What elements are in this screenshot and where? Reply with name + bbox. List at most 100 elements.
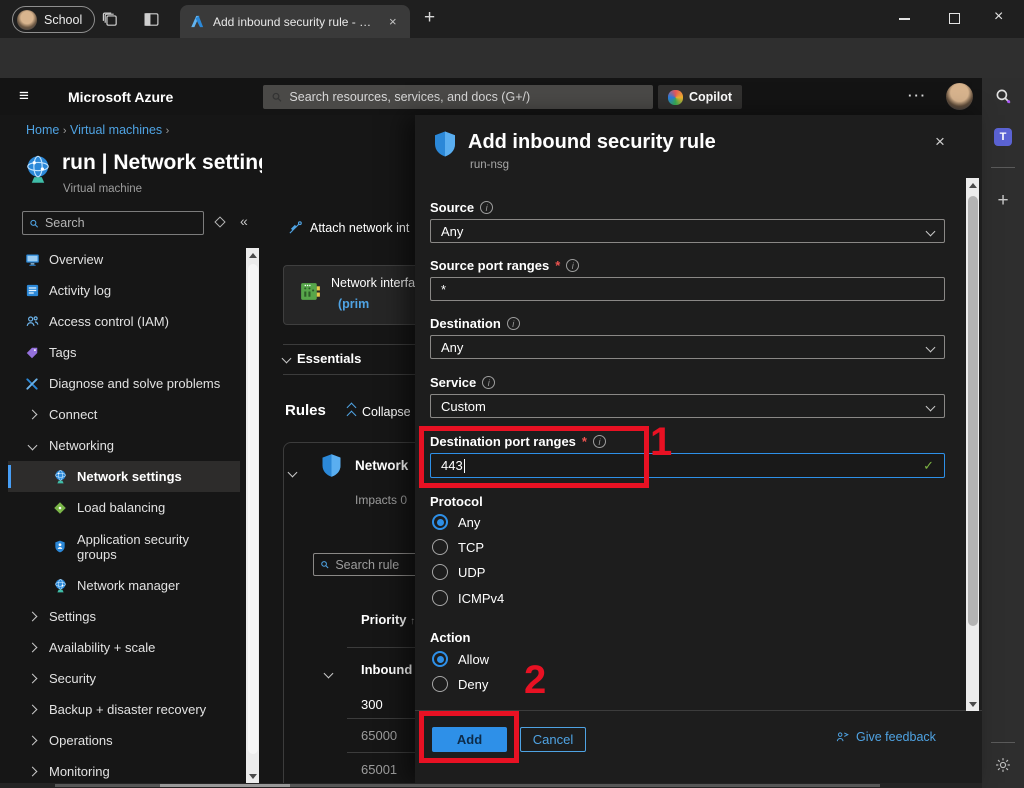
chevron-down-icon <box>926 342 936 352</box>
scroll-up-icon[interactable] <box>966 178 979 192</box>
tag-icon <box>24 345 40 361</box>
service-dropdown[interactable]: Custom <box>430 394 945 418</box>
essentials-toggle[interactable]: Essentials <box>283 351 361 366</box>
activity-log-icon <box>24 283 40 299</box>
chevron-down-icon <box>282 354 292 364</box>
priority-column-header[interactable]: Priority ↑ <box>361 612 415 627</box>
action-option-deny[interactable]: Deny <box>432 674 488 694</box>
azure-brand[interactable]: Microsoft Azure <box>68 89 173 105</box>
sidebar-item-tags[interactable]: Tags <box>8 337 240 368</box>
vm-blade-left-column: Home › Virtual machines › run | Network … <box>0 115 262 783</box>
sidebar-item-overview[interactable]: Overview <box>8 244 240 275</box>
sidebar-group-settings[interactable]: Settings <box>8 601 240 632</box>
azure-search-input[interactable] <box>289 90 645 104</box>
portal-menu-icon[interactable]: ≡ <box>19 86 29 106</box>
sidebar-group-networking[interactable]: Networking <box>8 430 240 461</box>
inbound-group-row[interactable]: Inbound <box>361 662 412 677</box>
window-maximize-button[interactable] <box>949 13 960 24</box>
window-minimize-button[interactable] <box>899 18 910 20</box>
scrollbar-thumb[interactable] <box>248 264 258 754</box>
sidebar-group-monitoring[interactable]: Monitoring <box>8 756 240 783</box>
rule-priority-cell[interactable]: 65000 <box>361 728 397 743</box>
give-feedback-link[interactable]: Give feedback <box>835 730 936 744</box>
chevron-down-icon[interactable] <box>325 665 332 680</box>
source-port-ranges-input[interactable]: * <box>430 277 945 301</box>
chevron-down-icon[interactable] <box>289 464 296 479</box>
sidebar-item-activity-log[interactable]: Activity log <box>8 275 240 306</box>
protocol-option-icmpv4[interactable]: ICMPv4 <box>432 588 504 608</box>
page-title: run | Network settings <box>62 151 262 175</box>
network-interface-card[interactable]: Network interfa (prim <box>283 265 415 325</box>
annotation-step-1: 1 <box>650 422 672 462</box>
radio-icon <box>432 564 448 580</box>
breadcrumb-home-link[interactable]: Home <box>26 123 59 137</box>
rules-search-input[interactable] <box>335 558 415 572</box>
scrollbar-thumb[interactable] <box>968 196 978 626</box>
info-icon: i <box>507 317 520 330</box>
sidebar-item-network-manager[interactable]: Network manager <box>8 570 240 601</box>
sidebar-group-operations[interactable]: Operations <box>8 725 240 756</box>
sidebar-search-input[interactable] <box>45 216 197 230</box>
rules-search-box[interactable] <box>313 553 415 576</box>
row-divider <box>347 752 415 753</box>
feedback-icon <box>835 730 850 744</box>
azure-favicon <box>190 14 205 29</box>
radio-selected-icon <box>432 514 448 530</box>
chevron-down-icon <box>926 226 936 236</box>
protocol-option-tcp[interactable]: TCP <box>432 537 484 557</box>
tools-icon <box>24 376 40 392</box>
sidebar-group-backup-dr[interactable]: Backup + disaster recovery <box>8 694 240 725</box>
sidebar-search-box[interactable] <box>22 211 204 235</box>
browser-profile-chip[interactable]: School <box>12 6 95 33</box>
tab-close-icon[interactable]: × <box>389 14 397 29</box>
nsg-impact-text: Impacts 0 <box>355 493 407 507</box>
primary-nic-link[interactable]: (prim <box>338 297 369 311</box>
source-dropdown[interactable]: Any <box>430 219 945 243</box>
azure-search-box[interactable] <box>263 85 653 109</box>
chevron-right-icon <box>24 609 40 625</box>
copilot-button[interactable]: Copilot <box>658 85 742 109</box>
rule-priority-cell[interactable]: 300 <box>361 697 383 712</box>
tab-groups-icon[interactable] <box>100 9 120 29</box>
sidebar-item-access-control[interactable]: Access control (IAM) <box>8 306 240 337</box>
annotation-box-1 <box>419 426 649 488</box>
teams-icon[interactable]: T <box>982 128 1024 146</box>
attach-network-interface-button[interactable]: Attach network int <box>288 220 409 235</box>
sidebar-settings-gear-icon[interactable] <box>982 756 1024 774</box>
scroll-down-icon[interactable] <box>246 769 259 783</box>
copilot-icon <box>668 90 683 105</box>
window-close-button[interactable]: × <box>994 8 1003 26</box>
new-tab-button[interactable]: + <box>424 7 435 29</box>
sidebar-item-load-balancing[interactable]: Load balancing <box>8 492 240 523</box>
panel-scrollbar[interactable] <box>966 178 979 711</box>
scroll-down-icon[interactable] <box>966 697 979 711</box>
sidebar-item-app-security-groups[interactable]: Application security groups <box>8 523 240 570</box>
protocol-option-udp[interactable]: UDP <box>432 562 485 582</box>
sidebar-add-icon[interactable]: + <box>982 190 1024 212</box>
network-globe-icon <box>52 469 68 485</box>
sidebar-item-diagnose[interactable]: Diagnose and solve problems <box>8 368 240 399</box>
sidebar-group-security[interactable]: Security <box>8 663 240 694</box>
protocol-option-any[interactable]: Any <box>432 512 480 532</box>
cancel-button[interactable]: Cancel <box>520 727 586 752</box>
sidebar-filter-icon[interactable] <box>214 216 225 227</box>
panel-close-icon[interactable]: × <box>935 132 945 152</box>
scroll-up-icon[interactable] <box>246 248 259 262</box>
browser-tab[interactable]: Add inbound security rule - Micro × <box>180 5 410 38</box>
nsg-shield-icon <box>430 128 460 163</box>
sidebar-collapse-icon[interactable]: « <box>240 213 248 229</box>
azure-more-icon[interactable]: ··· <box>908 88 927 103</box>
sidebar-item-network-settings[interactable]: Network settings <box>8 461 240 492</box>
vertical-tabs-icon[interactable] <box>141 9 161 29</box>
destination-dropdown[interactable]: Any <box>430 335 945 359</box>
sidebar-scrollbar[interactable] <box>246 248 259 783</box>
sidebar-group-availability-scale[interactable]: Availability + scale <box>8 632 240 663</box>
account-avatar[interactable] <box>946 83 973 110</box>
rule-priority-cell[interactable]: 65001 <box>361 762 397 777</box>
breadcrumb-vms-link[interactable]: Virtual machines <box>70 123 162 137</box>
sidebar-search-icon[interactable] <box>982 87 1024 105</box>
source-label: Sourcei <box>430 200 493 215</box>
action-option-allow[interactable]: Allow <box>432 649 489 669</box>
sidebar-group-connect[interactable]: Connect <box>8 399 240 430</box>
collapse-all-button[interactable]: Collapse <box>348 404 411 419</box>
